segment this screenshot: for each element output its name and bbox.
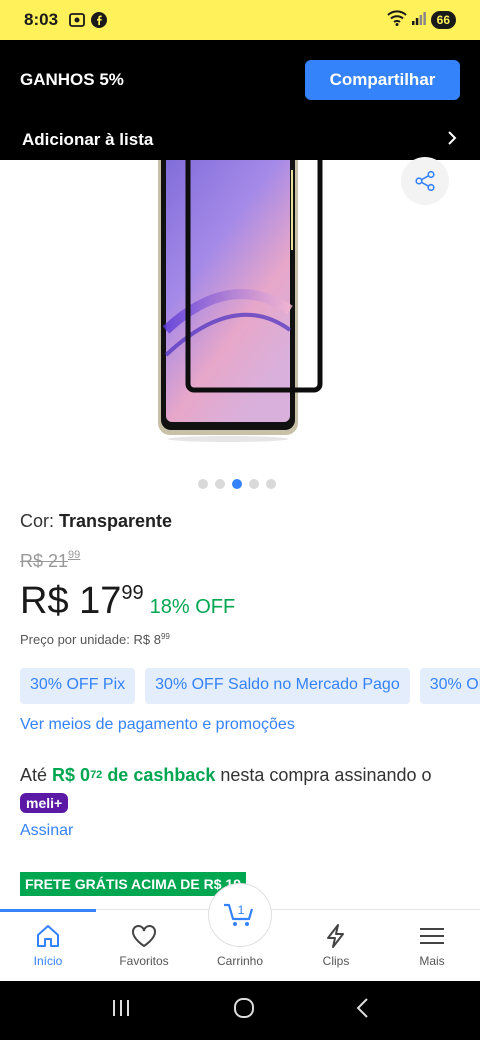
nav-item-mais[interactable]: Mais	[384, 910, 480, 981]
status-time: 8:03	[24, 10, 59, 29]
gallery-pagination	[198, 479, 276, 489]
color-value: Transparente	[59, 511, 173, 531]
subscribe-link[interactable]: Assinar	[20, 822, 73, 840]
lightning-icon	[327, 924, 344, 948]
current-price: R$ 1799	[20, 580, 144, 622]
wifi-icon	[386, 9, 407, 31]
add-to-list-label: Adicionar à lista	[22, 130, 154, 149]
promo-chip-more[interactable]: 30% OFF	[419, 668, 480, 704]
share-button[interactable]: Compartilhar	[305, 60, 460, 100]
action-overlay: GANHOS 5% Compartilhar Adicionar à lista	[0, 40, 480, 160]
system-navigation-bar	[0, 981, 480, 1040]
gallery-dot[interactable]	[215, 479, 225, 489]
gallery-dot[interactable]	[249, 479, 259, 489]
menu-icon	[420, 928, 444, 944]
nav-item-carrinho[interactable]: 1	[208, 883, 272, 947]
share-icon-button[interactable]	[401, 157, 449, 205]
promo-chip-saldo[interactable]: 30% OFF Saldo no Mercado Pago	[145, 668, 410, 704]
nav-item-favoritos[interactable]: Favoritos	[96, 910, 192, 981]
original-price: R$ 2199	[20, 549, 81, 571]
heart-icon	[132, 925, 156, 948]
gallery-dot[interactable]	[232, 479, 242, 489]
free-shipping-badge: FRETE GRÁTIS ACIMA DE R$ 19	[20, 872, 246, 896]
share-icon	[415, 170, 435, 192]
cashback-info: Até R$ 072 de cashback nesta compra assi…	[20, 765, 432, 814]
promotion-chips: 30% OFF Pix 30% OFF Saldo no Mercado Pag…	[20, 668, 480, 704]
home-button-icon[interactable]	[232, 996, 256, 1025]
gains-label: GANHOS 5%	[20, 70, 124, 89]
back-icon[interactable]	[355, 997, 371, 1024]
color-label: Cor:	[20, 511, 60, 531]
nav-item-clips[interactable]: Clips	[288, 910, 384, 981]
gallery-dot[interactable]	[198, 479, 208, 489]
color-selector[interactable]: Cor: Transparente	[20, 511, 172, 532]
recent-apps-icon[interactable]	[109, 998, 133, 1023]
cart-count: 1	[238, 903, 245, 917]
payment-options-link[interactable]: Ver meios de pagamento e promoções	[20, 716, 295, 734]
home-icon	[37, 925, 59, 947]
chevron-right-icon	[446, 130, 458, 151]
cart-label: Carrinho	[216, 954, 264, 968]
product-image[interactable]	[0, 137, 480, 460]
add-to-list-row[interactable]: Adicionar à lista	[0, 120, 480, 160]
battery-indicator: 66	[430, 11, 456, 29]
cashback-amount: R$ 072 de cashback	[52, 765, 216, 785]
gallery-dot[interactable]	[266, 479, 276, 489]
discount-label: 18% OFF	[149, 596, 236, 618]
status-bar: 8:03 66	[0, 0, 480, 40]
nav-item-inicio[interactable]: Início	[0, 910, 96, 981]
promo-chip-pix[interactable]: 30% OFF Pix	[20, 668, 136, 704]
price-row: R$ 1799 18% OFF	[20, 580, 235, 623]
signal-icon	[411, 11, 426, 30]
facebook-icon	[90, 12, 107, 29]
unit-price: Preço por unidade: R$ 899	[20, 632, 170, 647]
active-tab-indicator	[0, 909, 96, 912]
meli-plus-badge: meli+	[20, 793, 69, 814]
screen-recorder-icon	[68, 12, 85, 29]
cart-icon: 1	[224, 903, 254, 926]
